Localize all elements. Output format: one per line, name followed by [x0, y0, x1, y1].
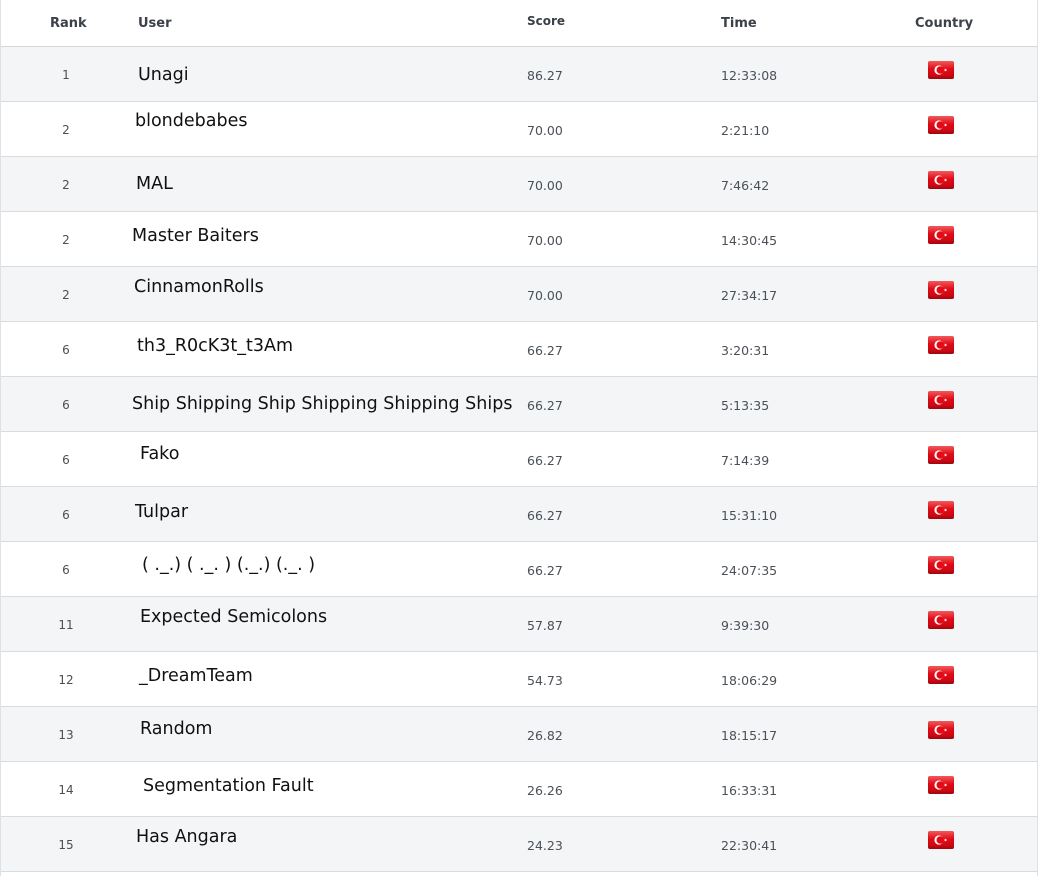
- time-cell: 2:21:10: [721, 123, 770, 138]
- time-cell: 5:13:35: [721, 398, 770, 413]
- score-cell: 26.26: [527, 783, 563, 798]
- turkey-flag-icon: [928, 61, 954, 79]
- time-cell: 18:06:29: [721, 673, 778, 688]
- table-row[interactable]: 6 Tulpar 66.27 15:31:10: [1, 487, 1037, 542]
- user-name-link[interactable]: ( ._.) ( ._. ) (._.) (._. ): [142, 555, 315, 575]
- rank-cell: 2: [62, 123, 70, 137]
- turkey-flag-icon: [928, 116, 954, 134]
- score-cell: 57.87: [527, 618, 563, 633]
- turkey-flag-icon: [928, 281, 954, 299]
- score-cell: 66.27: [527, 398, 563, 413]
- time-cell: 18:15:17: [721, 728, 778, 743]
- turkey-flag-icon: [928, 171, 954, 189]
- table-row[interactable]: 6 ( ._.) ( ._. ) (._.) (._. ) 66.27 24:07:3…: [1, 542, 1037, 597]
- rank-cell: 6: [62, 563, 70, 577]
- turkey-flag-icon: [928, 501, 954, 519]
- turkey-flag-icon: [928, 611, 954, 629]
- score-cell: 70.00: [527, 123, 563, 138]
- time-cell: 16:33:31: [721, 783, 778, 798]
- user-name-link[interactable]: Tulpar: [135, 502, 188, 522]
- rank-cell: 13: [58, 728, 74, 742]
- table-row[interactable]: 2 Master Baiters 70.00 14:30:45: [1, 212, 1037, 267]
- table-row[interactable]: 1 Unagi 86.27 12:33:08: [1, 47, 1037, 102]
- time-cell: 27:34:17: [721, 288, 778, 303]
- table-row[interactable]: 6 Ship Shipping Ship Shipping Shipping Sh…: [1, 377, 1037, 432]
- table-row[interactable]: 2 blondebabes 70.00 2:21:10: [1, 102, 1037, 157]
- rank-cell: 6: [62, 343, 70, 357]
- score-cell: 66.27: [527, 453, 563, 468]
- user-name-link[interactable]: Unagi: [138, 65, 189, 85]
- table-body: 1 Unagi 86.27 12:33:08 2 blondebabes 70.00 2:21…: [1, 47, 1037, 872]
- table-row[interactable]: 12 _DreamTeam 54.73 18:06:29: [1, 652, 1037, 707]
- column-header-score[interactable]: Score: [527, 14, 565, 28]
- score-cell: 66.27: [527, 508, 563, 523]
- rank-cell: 1: [62, 68, 70, 82]
- table-row[interactable]: 2 CinnamonRolls 70.00 27:34:17: [1, 267, 1037, 322]
- user-name-link[interactable]: Segmentation Fault: [143, 776, 314, 796]
- table-header: Rank User Score Time Country: [1, 0, 1037, 47]
- time-cell: 12:33:08: [721, 68, 778, 83]
- rank-cell: 2: [62, 233, 70, 247]
- turkey-flag-icon: [928, 446, 954, 464]
- time-cell: 15:31:10: [721, 508, 778, 523]
- score-cell: 86.27: [527, 68, 563, 83]
- user-name-link[interactable]: Expected Semicolons: [140, 607, 327, 627]
- user-name-link[interactable]: Master Baiters: [132, 226, 259, 246]
- column-header-user[interactable]: User: [138, 16, 172, 31]
- user-name-link[interactable]: th3_R0cK3t_t3Am: [137, 336, 293, 356]
- user-name-link[interactable]: Ship Shipping Ship Shipping Shipping Shi…: [132, 394, 512, 414]
- table-row[interactable]: 15 Has Angara 24.23 22:30:41: [1, 817, 1037, 872]
- column-header-time[interactable]: Time: [721, 16, 757, 31]
- rank-cell: 6: [62, 453, 70, 467]
- turkey-flag-icon: [928, 391, 954, 409]
- user-name-link[interactable]: MAL: [136, 174, 173, 194]
- score-cell: 26.82: [527, 728, 563, 743]
- time-cell: 22:30:41: [721, 838, 778, 853]
- table-row[interactable]: 14 Segmentation Fault 26.26 16:33:31: [1, 762, 1037, 817]
- user-name-link[interactable]: Fako: [140, 444, 179, 464]
- user-name-link[interactable]: _DreamTeam: [139, 666, 253, 686]
- turkey-flag-icon: [928, 776, 954, 794]
- time-cell: 9:39:30: [721, 618, 770, 633]
- score-cell: 66.27: [527, 563, 563, 578]
- rank-cell: 15: [58, 838, 74, 852]
- turkey-flag-icon: [928, 831, 954, 849]
- rank-cell: 12: [58, 673, 74, 687]
- table-row[interactable]: 13 Random 26.82 18:15:17: [1, 707, 1037, 762]
- turkey-flag-icon: [928, 336, 954, 354]
- time-cell: 14:30:45: [721, 233, 778, 248]
- score-cell: 70.00: [527, 178, 563, 193]
- rank-cell: 2: [62, 288, 70, 302]
- score-cell: 66.27: [527, 343, 563, 358]
- user-name-link[interactable]: CinnamonRolls: [134, 277, 264, 297]
- score-cell: 70.00: [527, 288, 563, 303]
- turkey-flag-icon: [928, 226, 954, 244]
- user-name-link[interactable]: Has Angara: [136, 827, 237, 847]
- rank-cell: 11: [58, 618, 74, 632]
- table-row[interactable]: 6 th3_R0cK3t_t3Am 66.27 3:20:31: [1, 322, 1037, 377]
- score-cell: 70.00: [527, 233, 563, 248]
- column-header-rank[interactable]: Rank: [50, 16, 87, 31]
- table-row[interactable]: 6 Fako 66.27 7:14:39: [1, 432, 1037, 487]
- turkey-flag-icon: [928, 721, 954, 739]
- time-cell: 3:20:31: [721, 343, 770, 358]
- rank-cell: 14: [58, 783, 74, 797]
- user-name-link[interactable]: blondebabes: [135, 111, 247, 131]
- table-row[interactable]: 2 MAL 70.00 7:46:42: [1, 157, 1037, 212]
- rank-cell: 2: [62, 178, 70, 192]
- turkey-flag-icon: [928, 666, 954, 684]
- user-name-link[interactable]: Random: [140, 719, 212, 739]
- rank-cell: 6: [62, 398, 70, 412]
- score-cell: 24.23: [527, 838, 563, 853]
- table-row[interactable]: 11 Expected Semicolons 57.87 9:39:30: [1, 597, 1037, 652]
- column-header-country[interactable]: Country: [915, 16, 973, 31]
- time-cell: 7:14:39: [721, 453, 770, 468]
- time-cell: 7:46:42: [721, 178, 770, 193]
- time-cell: 24:07:35: [721, 563, 778, 578]
- scoreboard-table: Rank User Score Time Country 1 Unagi 86.27…: [0, 0, 1038, 876]
- rank-cell: 6: [62, 508, 70, 522]
- turkey-flag-icon: [928, 556, 954, 574]
- score-cell: 54.73: [527, 673, 563, 688]
